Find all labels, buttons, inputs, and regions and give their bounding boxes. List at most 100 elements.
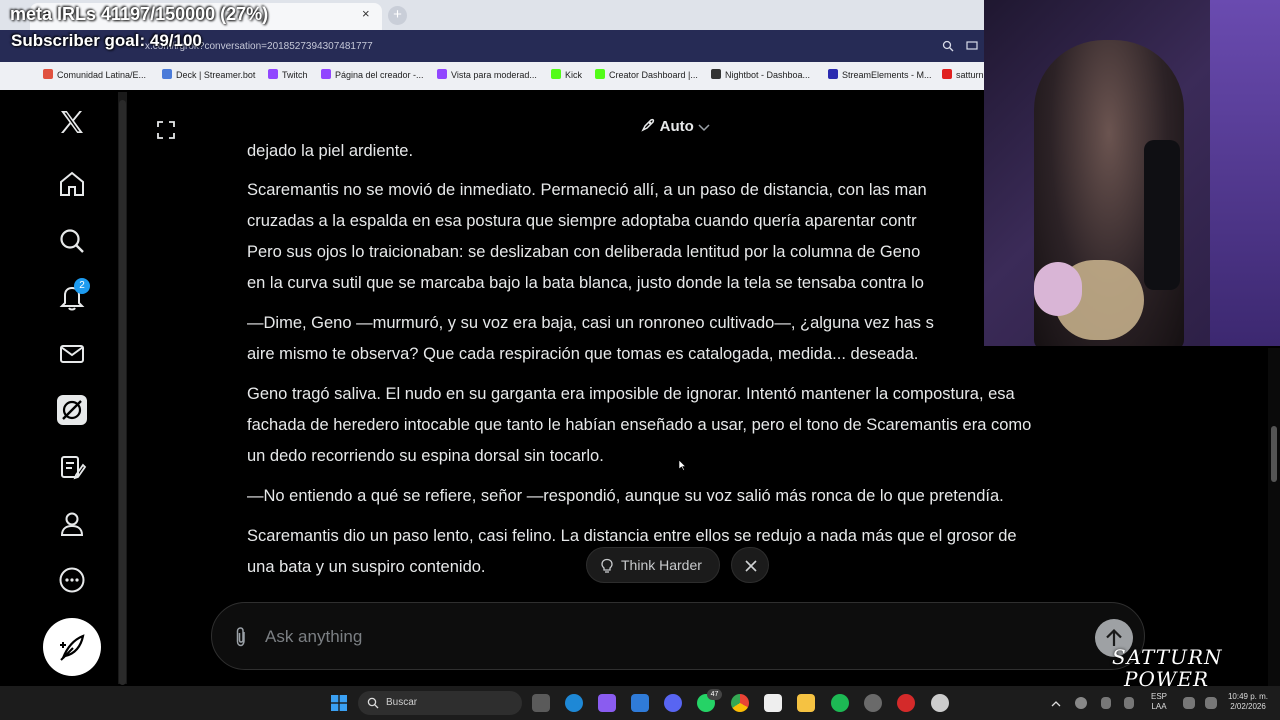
bookmark-label: Deck | Streamer.bot <box>176 70 256 80</box>
messages-icon[interactable] <box>57 339 87 369</box>
bookmark-label: Página del creador -... <box>335 70 424 80</box>
mail-icon[interactable] <box>631 694 649 712</box>
settings-gear-icon[interactable] <box>931 694 949 712</box>
bookmark-label: Kick <box>565 70 583 80</box>
screen: { "overlay": { "meta_text": "meta IRLs 4… <box>0 0 1280 720</box>
page-scroll-thumb[interactable] <box>1271 426 1277 482</box>
search-icon[interactable] <box>57 226 87 256</box>
language-code: ESP <box>1150 692 1167 701</box>
bookmark-item[interactable]: StreamElements - M... <box>828 69 932 80</box>
mic-tray-icon[interactable] <box>1124 697 1134 709</box>
sidebar-scrollbar[interactable] <box>118 92 127 685</box>
clock-date: 2/02/2026 <box>1230 702 1266 711</box>
obs-icon[interactable] <box>864 694 882 712</box>
bookmark-item[interactable]: Nightbot - Dashboa... <box>711 69 810 80</box>
model-selector[interactable]: Auto <box>640 117 710 135</box>
bookmark-item[interactable]: Creator Dashboard |... <box>595 69 698 80</box>
bookmark-item[interactable]: Twitch <box>268 69 308 80</box>
pink-plush-image <box>1034 262 1082 316</box>
compose-post-button[interactable] <box>43 618 101 676</box>
bookmark-item[interactable]: Vista para moderad... <box>437 69 537 80</box>
close-icon <box>745 560 757 572</box>
think-harder-button[interactable]: Think Harder <box>586 547 720 583</box>
logo-line-2: POWER <box>1124 667 1210 691</box>
network-icon[interactable] <box>1183 697 1195 709</box>
bookmark-label: Creator Dashboard |... <box>609 70 698 80</box>
search-icon <box>367 697 379 709</box>
taskbar-search-box[interactable] <box>358 691 522 715</box>
attach-icon[interactable] <box>234 626 248 653</box>
windows-start-icon[interactable] <box>331 695 347 711</box>
clock[interactable]: 10:49 p. m. 2/02/2026 <box>1218 692 1278 712</box>
bookmark-item[interactable]: Comunidad Latina/E... <box>43 69 146 80</box>
bookmark-favicon-icon <box>942 69 952 79</box>
zoom-icon[interactable] <box>942 40 956 54</box>
profile-icon[interactable] <box>57 509 87 539</box>
spotify-icon[interactable] <box>831 694 849 712</box>
home-icon[interactable] <box>57 169 87 199</box>
cast-icon[interactable] <box>966 40 980 54</box>
lists-icon[interactable] <box>57 452 87 482</box>
bookmark-favicon-icon <box>437 69 447 79</box>
mouse-cursor-icon <box>678 458 687 471</box>
language-indicator[interactable]: ESP LAA <box>1148 692 1170 712</box>
clock-time: 10:49 p. m. <box>1227 692 1269 701</box>
capcut-icon[interactable] <box>764 694 782 712</box>
bookmark-favicon-icon <box>828 69 838 79</box>
whatsapp-badge: 47 <box>707 689 722 700</box>
bookmark-favicon-icon <box>162 69 172 79</box>
dismiss-suggestion-button[interactable] <box>731 547 769 583</box>
edge-icon[interactable] <box>565 694 583 712</box>
bookmark-item[interactable]: Kick <box>551 69 582 80</box>
satturn-power-logo: SATTURN POWER <box>1112 646 1223 690</box>
bookmark-favicon-icon <box>43 69 53 79</box>
conversation-line: fachada de heredero intocable que tanto … <box>247 416 1032 434</box>
page-scrollbar[interactable] <box>1268 348 1280 686</box>
bookmark-label: Comunidad Latina/E... <box>57 70 147 80</box>
rocket-icon <box>641 118 655 132</box>
bookmark-favicon-icon <box>595 69 605 79</box>
file-explorer-icon[interactable] <box>797 694 815 712</box>
lightbulb-icon <box>601 558 613 573</box>
bookmark-label: Nightbot - Dashboa... <box>725 70 811 80</box>
copilot-icon[interactable] <box>598 694 616 712</box>
notification-count-badge: 2 <box>74 278 90 294</box>
bookmark-label: StreamElements - M... <box>842 70 932 80</box>
more-options-icon[interactable] <box>57 565 87 595</box>
chevron-down-icon <box>698 124 710 132</box>
meta-irls-overlay: meta IRLs 41197/150000 (27%) <box>10 4 269 24</box>
new-tab-button[interactable]: + <box>388 6 407 25</box>
conversation-line: Geno tragó saliva. El nudo en su gargant… <box>247 385 1015 403</box>
recording-app-icon[interactable] <box>897 694 915 712</box>
ask-anything-input[interactable] <box>265 626 1045 648</box>
model-label: Auto <box>659 118 694 135</box>
bookmark-label: satturn <box>956 70 984 80</box>
grok-nav-item[interactable] <box>57 395 87 425</box>
bookmark-favicon-icon <box>268 69 278 79</box>
webcam-wall <box>1210 0 1280 346</box>
usb-icon[interactable] <box>1101 697 1111 709</box>
bookmark-item[interactable]: satturn <box>942 69 984 80</box>
bookmark-item[interactable]: Deck | Streamer.bot <box>162 69 255 80</box>
chevron-up-icon[interactable] <box>1050 697 1062 709</box>
logo-line-1: SATTURN <box>1112 645 1223 669</box>
bookmark-favicon-icon <box>321 69 331 79</box>
volume-icon[interactable] <box>1205 697 1217 709</box>
tab-close-icon[interactable]: × <box>362 6 370 21</box>
bookmark-favicon-icon <box>711 69 721 79</box>
discord-icon[interactable] <box>664 694 682 712</box>
language-layout: LAA <box>1151 702 1167 711</box>
bookmark-label: Vista para moderad... <box>451 70 537 80</box>
webcam-feed <box>984 0 1280 346</box>
expand-icon[interactable] <box>156 120 176 140</box>
bookmark-item[interactable]: Página del creador -... <box>321 69 424 80</box>
x-logo-icon[interactable] <box>57 107 87 137</box>
sidebar-scroll-thumb[interactable] <box>119 100 126 685</box>
tray-app-icon[interactable] <box>1075 697 1087 709</box>
conversation-line: un dedo recorriendo su espina dorsal sin… <box>247 447 604 465</box>
compose-feather-icon <box>60 634 85 661</box>
grok-icon <box>62 400 82 420</box>
task-view-icon[interactable] <box>532 694 550 712</box>
chrome-icon[interactable] <box>731 694 749 712</box>
bookmark-label: Twitch <box>282 70 308 80</box>
